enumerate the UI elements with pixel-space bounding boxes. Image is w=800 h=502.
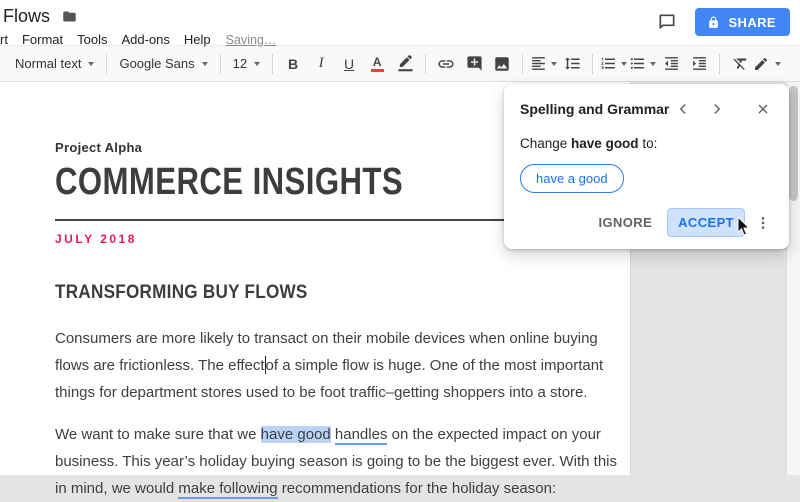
more-options-button[interactable] — [753, 213, 773, 233]
line-spacing-icon — [564, 57, 580, 70]
add-comment-icon — [467, 56, 482, 71]
chevron-down-icon — [650, 61, 657, 66]
decrease-indent-button[interactable] — [658, 51, 684, 77]
spelling-grammar-dialog: Spelling and Grammar Change have good to… — [504, 84, 789, 249]
kebab-menu-icon — [761, 216, 765, 229]
flagged-phrase[interactable]: handles — [334, 426, 388, 445]
font-size-dropdown[interactable]: 12 — [228, 51, 265, 77]
increase-indent-icon — [692, 57, 706, 70]
paragraph-style-dropdown[interactable]: Normal text — [10, 51, 99, 77]
saving-status[interactable]: Saving… — [226, 33, 277, 47]
highlight-color-button[interactable] — [392, 51, 418, 77]
insert-image-button[interactable] — [489, 51, 515, 77]
align-left-icon — [532, 57, 545, 70]
flagged-phrase-active[interactable]: have good — [260, 426, 331, 443]
document-title[interactable]: Flows — [3, 6, 50, 27]
link-icon — [438, 59, 454, 68]
topbar: Flows rt Format Tools Add-ons Help Savin… — [0, 0, 800, 47]
clear-formatting-icon — [733, 58, 746, 70]
highlighter-icon — [398, 55, 413, 72]
numbered-list-button[interactable] — [600, 51, 628, 77]
underline-button[interactable]: U — [336, 51, 362, 77]
chevron-down-icon — [621, 61, 628, 66]
toolbar-separator — [425, 53, 427, 74]
chevron-down-icon — [88, 61, 95, 66]
chevron-down-icon — [775, 61, 782, 66]
share-button[interactable]: SHARE — [695, 8, 790, 36]
accept-button[interactable]: ACCEPT — [667, 208, 745, 237]
move-to-folder-icon[interactable] — [62, 9, 77, 24]
menu-item-format[interactable]: Format — [15, 30, 70, 49]
toolbar-separator — [592, 53, 594, 74]
chevron-down-icon — [254, 61, 261, 66]
add-comment-button[interactable] — [461, 51, 487, 77]
bulleted-list-button[interactable] — [629, 51, 657, 77]
font-size-value: 12 — [232, 56, 248, 71]
chevron-left-icon — [679, 103, 686, 115]
text-color-button[interactable]: A — [364, 51, 390, 77]
ignore-button[interactable]: IGNORE — [589, 209, 661, 236]
menu-item-addons[interactable]: Add-ons — [114, 30, 176, 49]
text-color-icon: A — [370, 56, 384, 72]
underline-icon: U — [344, 55, 355, 72]
toolbar-separator — [522, 53, 524, 74]
flagged-phrase[interactable]: make following — [178, 480, 278, 499]
chevron-down-icon — [551, 61, 558, 66]
suggestion-chip[interactable]: have a good — [520, 164, 624, 193]
numbered-list-icon — [601, 57, 615, 70]
change-suffix: to: — [638, 136, 658, 151]
menu-item-insert-partial[interactable]: rt — [0, 30, 15, 49]
paragraph-2[interactable]: We want to make sure that we have good h… — [55, 421, 631, 502]
toolbar-separator — [272, 53, 274, 74]
paragraph-style-value: Normal text — [15, 56, 82, 71]
change-sentence: Change have good to: — [520, 136, 773, 151]
bold-button[interactable]: B — [280, 51, 306, 77]
scrollbar-thumb[interactable] — [789, 86, 798, 201]
close-icon — [758, 104, 768, 114]
doc-section-heading: TRANSFORMING BUY FLOWS — [55, 282, 308, 303]
text-segment: We want to make sure that we — [55, 426, 261, 443]
toolbar-separator — [106, 53, 108, 74]
font-family-dropdown[interactable]: Google Sans — [114, 51, 212, 77]
editing-mode-dropdown[interactable] — [753, 51, 782, 77]
share-button-label: SHARE — [728, 14, 776, 30]
italic-button[interactable]: I — [308, 51, 334, 77]
next-suggestion-button[interactable] — [707, 99, 727, 119]
chevron-right-icon — [714, 103, 721, 115]
doc-title-heading: COMMERCE INSIGHTS — [55, 161, 404, 203]
bulleted-list-icon — [630, 58, 644, 69]
menu-item-tools[interactable]: Tools — [70, 30, 114, 49]
align-button[interactable] — [530, 51, 558, 77]
clear-formatting-button[interactable] — [727, 51, 753, 77]
close-dialog-button[interactable] — [753, 99, 773, 119]
lock-icon — [707, 16, 720, 29]
open-comments-button[interactable] — [655, 10, 679, 34]
font-family-value: Google Sans — [119, 56, 195, 71]
change-prefix: Change — [520, 136, 572, 151]
pencil-icon — [755, 57, 768, 70]
toolbar-separator — [219, 53, 221, 74]
formatting-toolbar: Normal text Google Sans 12 B I U A — [0, 45, 800, 82]
italic-icon: I — [318, 55, 324, 71]
text-segment: recommendations for the holiday season: — [277, 480, 557, 497]
insert-link-button[interactable] — [433, 51, 459, 77]
bold-icon: B — [288, 55, 299, 72]
menu-item-help[interactable]: Help — [177, 30, 218, 49]
toolbar-separator — [719, 53, 721, 74]
line-spacing-button[interactable] — [559, 51, 585, 77]
change-phrase: have good — [571, 136, 639, 151]
chevron-down-icon — [201, 61, 208, 66]
paragraph-1[interactable]: Consumers are more likely to transact on… — [55, 325, 631, 406]
image-icon — [495, 56, 509, 71]
previous-suggestion-button[interactable] — [673, 99, 693, 119]
increase-indent-button[interactable] — [686, 51, 712, 77]
dialog-title: Spelling and Grammar — [520, 101, 670, 117]
decrease-indent-icon — [664, 57, 678, 70]
